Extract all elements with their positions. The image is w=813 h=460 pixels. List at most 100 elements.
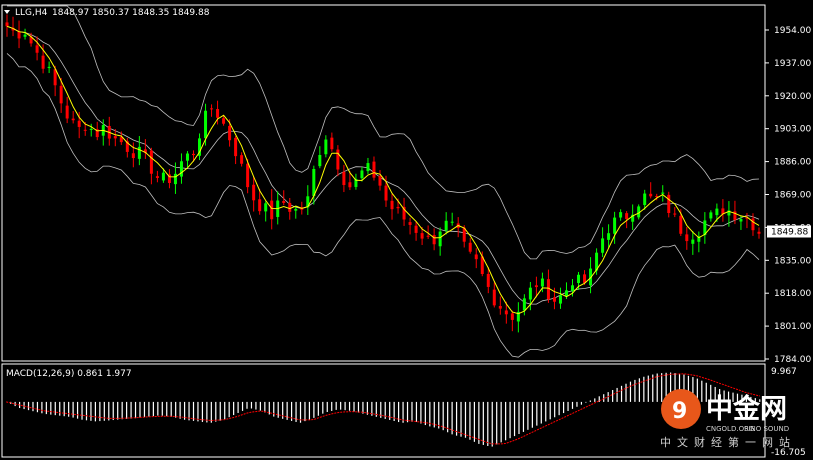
candle-body [625, 213, 629, 219]
candle-body [757, 231, 761, 234]
candle-body [360, 170, 364, 179]
candle-body [258, 199, 262, 212]
price-tick-label: 1937.00 [774, 59, 811, 69]
candle-body [426, 235, 430, 237]
candle-body [709, 212, 713, 219]
brand-small: SINO SOUND [744, 425, 789, 433]
candle-body [264, 203, 268, 212]
candle-body [378, 175, 382, 186]
candle-body [137, 146, 141, 159]
candle-body [564, 290, 568, 297]
price-tick-label: 1784.00 [774, 355, 811, 365]
candle-body [59, 85, 63, 104]
candle-body [312, 168, 316, 197]
candle-body [288, 202, 292, 212]
macd-axis-min: -16.705 [771, 448, 806, 458]
candle-body [498, 306, 502, 309]
candle-body [522, 298, 526, 311]
candle-body [348, 182, 352, 188]
candle-body [161, 172, 165, 181]
candle-body [558, 295, 562, 304]
cngold-watermark: 9 中金网 CNGOLD.ORG SINO SOUND 中文财经第一网站 [660, 389, 796, 449]
candle-body [510, 313, 514, 320]
brand-name: 中金网 [706, 393, 787, 425]
candle-body [17, 31, 21, 39]
candle-body [342, 171, 346, 186]
price-tick-label: 1869.00 [774, 191, 811, 201]
candle-body [649, 193, 653, 197]
candle-body [83, 129, 87, 131]
candle-body [89, 128, 93, 130]
candle-body [270, 200, 274, 220]
candle-body [613, 217, 617, 234]
candle-body [372, 161, 376, 178]
price-tick-label: 1818.00 [774, 289, 811, 299]
candle-body [131, 153, 135, 159]
candle-body [655, 196, 659, 198]
candle-body [41, 55, 45, 69]
candle-body [240, 155, 244, 164]
candle-body [336, 149, 340, 170]
candle-body [35, 45, 39, 53]
candle-body [643, 193, 647, 206]
price-tick-label: 1903.00 [774, 125, 811, 135]
candle-body [751, 218, 755, 231]
candle-body [210, 108, 214, 110]
macd-axis-max: 9.967 [771, 367, 797, 377]
candle-body [204, 110, 208, 139]
candle-body [185, 153, 189, 161]
candle-body [396, 206, 400, 209]
candle-body [679, 215, 683, 234]
candle-body [216, 109, 220, 118]
candle-body [366, 163, 370, 172]
candle-body [673, 213, 677, 215]
candle-body [528, 287, 532, 300]
candle-body [601, 238, 605, 253]
candle-body [540, 278, 544, 287]
last-price-tag: 1849.88 [767, 225, 811, 238]
candle-body [552, 297, 556, 302]
candle-body [414, 225, 418, 233]
price-tick-label: 1954.00 [774, 26, 811, 36]
candle-body [5, 22, 9, 27]
candle-body [492, 289, 496, 306]
candle-body [534, 285, 538, 288]
candle-body [77, 120, 81, 127]
candle-body [65, 105, 69, 119]
candle-body [246, 163, 250, 188]
candle-body [222, 118, 226, 124]
candle-body [23, 34, 27, 37]
symbol-label: LLG,H4 [15, 8, 48, 18]
svg-text:9: 9 [672, 399, 687, 424]
brand-tagline: 中文财经第一网站 [660, 435, 796, 449]
candle-body [474, 254, 478, 260]
chart-window: LLG,H4 1848.97 1850.37 1848.35 1849.88 1… [0, 0, 813, 460]
candle-body [155, 176, 159, 178]
candle-body [192, 153, 195, 156]
candle-body [468, 242, 472, 252]
candle-body [234, 137, 238, 157]
candle-body [408, 222, 412, 225]
candle-body [571, 285, 574, 291]
candle-body [661, 192, 665, 194]
candle-body [47, 66, 51, 69]
candle-body [577, 274, 581, 284]
candle-body [173, 173, 177, 185]
price-tick-label: 1920.00 [774, 92, 811, 102]
candle-body [228, 125, 232, 141]
candle-body [179, 161, 183, 177]
candle-body [739, 219, 743, 222]
candle-body [685, 234, 689, 242]
candle-body [486, 273, 490, 287]
candle-body [450, 221, 454, 223]
last-price-label: 1849.88 [771, 228, 808, 238]
candle-body [504, 310, 508, 315]
candle-body [438, 231, 442, 247]
candle-body [667, 194, 671, 214]
candle-body [294, 208, 298, 211]
candle-body [390, 200, 394, 210]
candle-body [607, 233, 611, 240]
price-tick-label: 1886.00 [774, 158, 811, 168]
price-tick-label: 1835.00 [774, 256, 811, 266]
candle-body [71, 118, 75, 121]
